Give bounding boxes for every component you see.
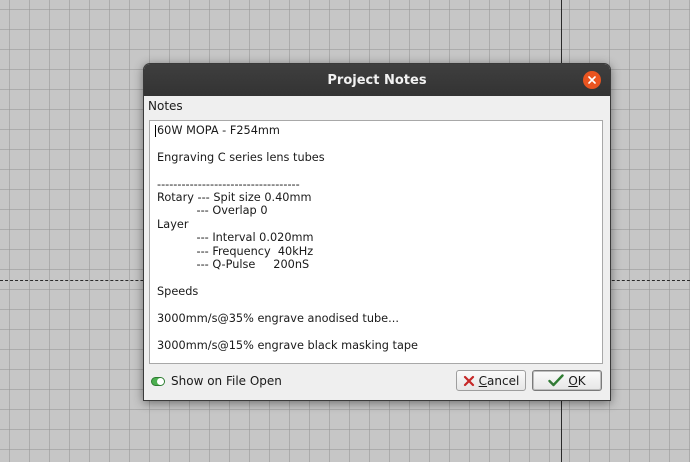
close-button[interactable] — [583, 71, 601, 89]
notes-label: Notes — [148, 99, 183, 113]
show-on-open-toggle-row[interactable]: Show on File Open — [151, 373, 282, 389]
dialog-titlebar[interactable]: Project Notes — [144, 64, 610, 96]
show-on-open-label: Show on File Open — [171, 374, 282, 388]
text-caret — [155, 125, 156, 137]
checkmark-icon — [548, 374, 565, 387]
cancel-x-icon — [463, 375, 475, 387]
dialog-title: Project Notes — [327, 72, 427, 88]
ok-button[interactable]: OK — [532, 370, 602, 391]
cancel-button-label: Cancel — [478, 373, 520, 388]
notes-textarea[interactable]: 60W MOPA - F254mm Engraving C series len… — [149, 120, 603, 364]
cancel-button[interactable]: Cancel — [456, 370, 526, 391]
show-on-open-toggle[interactable] — [151, 376, 165, 386]
close-icon — [588, 76, 596, 84]
ok-button-label: OK — [568, 373, 586, 388]
project-notes-dialog: Project Notes Notes 60W MOPA - F254mm En… — [143, 63, 611, 401]
